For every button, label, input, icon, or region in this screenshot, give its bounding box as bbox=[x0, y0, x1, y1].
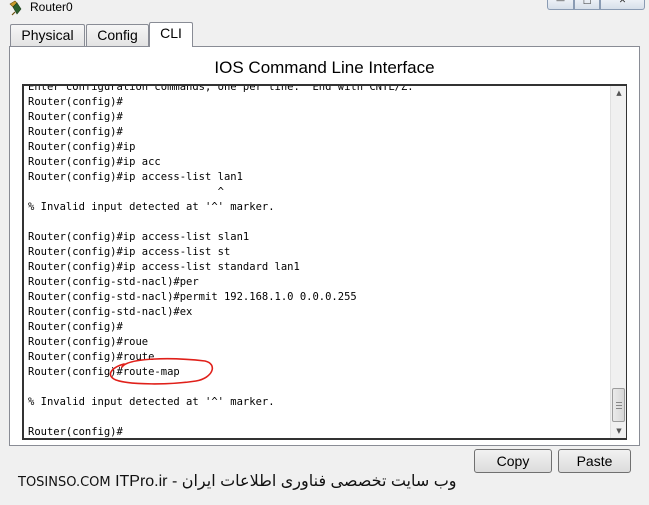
tab-physical[interactable]: Physical bbox=[10, 24, 85, 46]
terminal-line: Router(config)#ip bbox=[28, 141, 136, 153]
terminal-line: Router(config-std-nacl)#permit 192.168.1… bbox=[28, 291, 357, 303]
tab-cli[interactable]: CLI bbox=[149, 22, 193, 47]
terminal-line: Router(config)#ip access-list lan1 bbox=[28, 171, 243, 183]
terminal-line: ^ bbox=[28, 186, 224, 198]
terminal-lines: Enter configuration commands, one per li… bbox=[28, 84, 414, 438]
router-icon bbox=[9, 0, 22, 16]
scroll-up-icon[interactable]: ▲ bbox=[611, 86, 626, 100]
paste-button[interactable]: Paste bbox=[558, 449, 631, 473]
terminal-line: Router(config)# bbox=[28, 126, 123, 138]
terminal-line: Router(config)#ip access-list slan1 bbox=[28, 231, 250, 243]
watermark-persian: وب سایت تخصصی فناوری اطلاعات ایران - ITP… bbox=[115, 473, 457, 490]
close-icon: ✕ bbox=[618, 0, 627, 6]
close-button[interactable]: ✕ bbox=[600, 0, 645, 10]
terminal-line: Enter configuration commands, one per li… bbox=[28, 84, 414, 93]
terminal-line: Router(config)#route-map bbox=[28, 366, 180, 378]
maximize-icon: □ bbox=[582, 0, 592, 6]
terminal-line: Router(config)#roue bbox=[28, 336, 149, 348]
terminal-line: Router(config)#ip access-list standard l… bbox=[28, 261, 300, 273]
terminal-line: Router(config)# bbox=[28, 111, 123, 123]
panel-title: IOS Command Line Interface bbox=[214, 58, 435, 77]
terminal-line: % Invalid input detected at '^' marker. bbox=[28, 201, 275, 213]
terminal-line: % Invalid input detected at '^' marker. bbox=[28, 396, 275, 408]
terminal-line: Router(config)#ip access-list st bbox=[28, 246, 231, 258]
tab-config[interactable]: Config bbox=[86, 24, 149, 46]
terminal-output[interactable]: Enter configuration commands, one per li… bbox=[22, 84, 627, 440]
terminal-line: Router(config-std-nacl)#per bbox=[28, 276, 199, 288]
watermark-latin: TOSINSO.COM bbox=[18, 475, 111, 490]
terminal-line: Router(config)# bbox=[28, 321, 123, 333]
minimize-button[interactable]: — bbox=[547, 0, 574, 10]
vertical-scrollbar[interactable]: ▲ ▼ bbox=[610, 86, 626, 438]
terminal-line: Router(config)# bbox=[28, 426, 123, 438]
window-title: Router0 bbox=[30, 0, 73, 14]
terminal-line: Router(config-std-nacl)#ex bbox=[28, 306, 193, 318]
watermark: TOSINSO.COM وب سایت تخصصی فناوری اطلاعات… bbox=[18, 471, 457, 491]
terminal-line: Router(config)#ip acc bbox=[28, 156, 161, 168]
cli-panel: IOS Command Line Interface Enter configu… bbox=[9, 46, 640, 446]
terminal-line: Router(config)# bbox=[28, 96, 123, 108]
copy-button[interactable]: Copy bbox=[474, 449, 552, 473]
terminal-line: Router(config)#route bbox=[28, 351, 155, 363]
scroll-down-icon[interactable]: ▼ bbox=[611, 424, 626, 438]
scroll-thumb[interactable] bbox=[612, 388, 625, 422]
maximize-button[interactable]: □ bbox=[574, 0, 600, 10]
minimize-icon: — bbox=[556, 0, 565, 6]
title-bar: Router0 — □ ✕ bbox=[0, 0, 649, 18]
